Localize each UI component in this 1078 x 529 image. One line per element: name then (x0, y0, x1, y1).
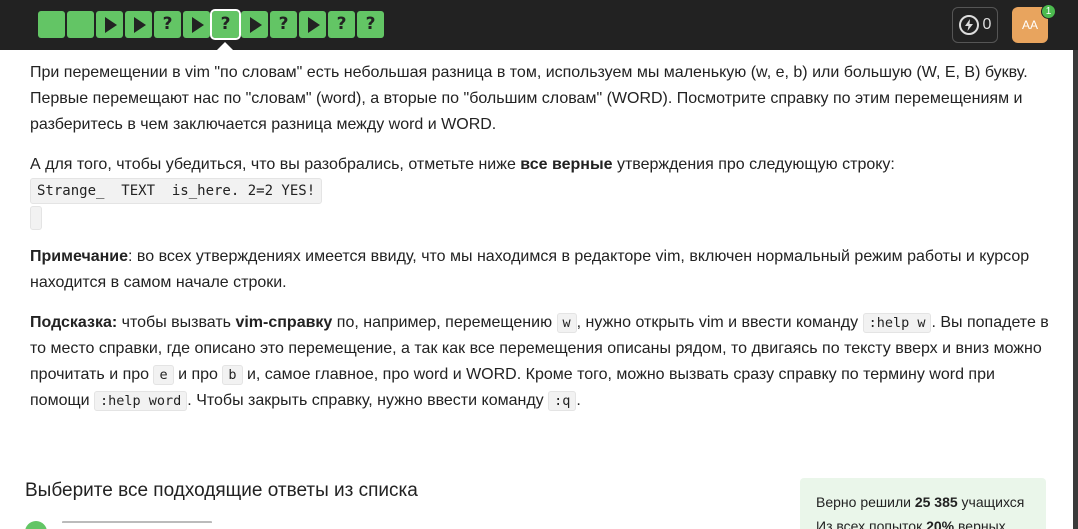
hint-text: чтобы вызвать (117, 314, 236, 331)
paragraph-intro: При перемещении в vim "по словам" есть н… (30, 64, 1028, 133)
play-icon (134, 16, 146, 33)
stats-percent: 20% (926, 518, 955, 529)
step-button-4[interactable] (125, 11, 152, 38)
step-button-9[interactable]: ? (270, 11, 297, 38)
step-button-2[interactable] (67, 11, 94, 38)
step-button-11[interactable]: ? (328, 11, 355, 38)
step-content: При перемещении в vim "по словам" есть н… (30, 60, 1050, 428)
hint-label: Подсказка: (30, 314, 118, 331)
notification-badge: 1 (1041, 4, 1056, 19)
answer-option-checkbox[interactable] (25, 521, 47, 529)
play-icon (308, 16, 320, 33)
inline-code: b (222, 365, 243, 385)
stats-text: верных (954, 518, 1006, 529)
play-icon (105, 16, 117, 33)
answer-option-text (62, 521, 212, 529)
top-bar: ????? 0 AA 1 (0, 0, 1078, 50)
task-text-end: утверждения про следующую строку: (612, 156, 895, 173)
stats-text: Верно решили (816, 494, 915, 510)
inline-code: e (153, 365, 174, 385)
inline-code: :help w (862, 313, 932, 333)
inline-code: :help word (94, 391, 188, 411)
question-icon: ? (278, 14, 289, 34)
task-text: А для того, чтобы убедиться, что вы разо… (30, 156, 521, 173)
play-icon (192, 16, 204, 33)
stats-panel: Верно решили 25 385 учащихся Из всех поп… (800, 478, 1046, 529)
question-icon: ? (336, 14, 347, 34)
answers-title: Выберите все подходящие ответы из списка (25, 480, 418, 501)
note-label: Примечание (30, 248, 129, 265)
lightning-icon (958, 15, 979, 35)
stats-solved: Верно решили 25 385 учащихся (816, 490, 1030, 514)
stats-attempts: Из всех попыток 20% верных (816, 514, 1030, 529)
step-button-12[interactable]: ? (357, 11, 384, 38)
step-button-6[interactable] (183, 11, 210, 38)
lesson-steps: ????? (38, 9, 384, 40)
note-text: : во всех утверждениях имеется ввиду, чт… (30, 248, 1030, 291)
hint-text: . (576, 392, 581, 409)
paragraph-hint: Подсказка: чтобы вызвать vim-справку по,… (30, 310, 1050, 414)
step-button-1[interactable] (38, 11, 65, 38)
code-line-empty (30, 206, 42, 230)
paragraph-note: Примечание: во всех утверждениях имеется… (30, 244, 1050, 296)
step-button-3[interactable] (96, 11, 123, 38)
stats-text: Из всех попыток (816, 518, 927, 529)
step-button-5[interactable]: ? (154, 11, 181, 38)
hint-text: . Чтобы закрыть справку, нужно ввести ко… (187, 392, 549, 409)
step-button-7[interactable]: ? (210, 9, 241, 40)
stats-count: 25 385 (914, 494, 958, 510)
task-bold: все верные (520, 156, 613, 173)
stats-text: учащихся (957, 494, 1025, 510)
active-step-caret (217, 42, 233, 50)
inline-code: :q (548, 391, 577, 411)
paragraph-task: А для того, чтобы убедиться, что вы разо… (30, 152, 1050, 178)
energy-count: 0 (982, 16, 992, 33)
play-icon (250, 16, 262, 33)
hint-text: , нужно открыть vim и ввести команду (576, 314, 863, 331)
step-button-8[interactable] (241, 11, 268, 38)
hint-text: по, например, перемещению (332, 314, 557, 331)
hint-text: и про (173, 366, 223, 383)
question-icon: ? (365, 14, 376, 34)
scrollbar[interactable] (1073, 50, 1078, 529)
code-line: Strange_ TEXT is_here. 2=2 YES! (30, 178, 323, 204)
inline-code: w (556, 313, 577, 333)
hint-bold: vim-справку (235, 314, 333, 331)
question-icon: ? (162, 14, 173, 34)
step-button-10[interactable] (299, 11, 326, 38)
energy-counter[interactable]: 0 (952, 7, 998, 43)
question-icon: ? (220, 14, 231, 34)
